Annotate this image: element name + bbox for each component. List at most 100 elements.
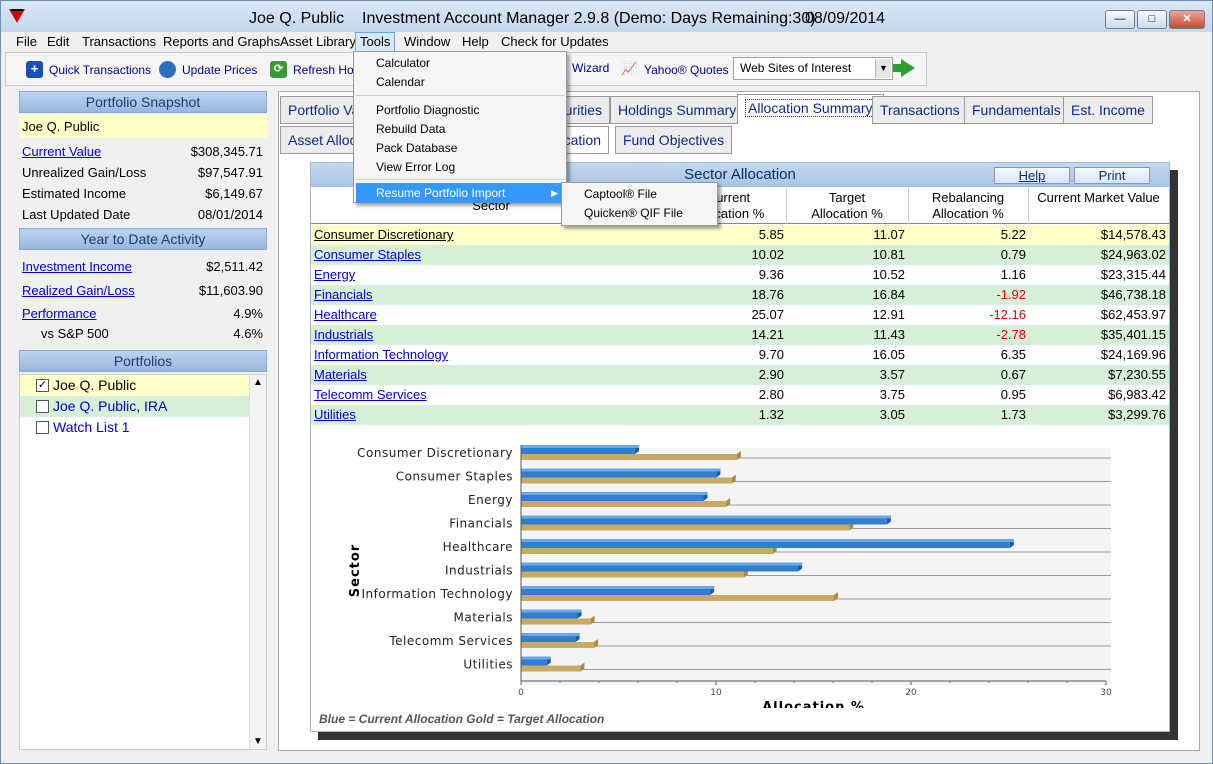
investment-income-link[interactable]: Investment Income (22, 259, 132, 274)
bar-current (521, 448, 636, 454)
bar-current-top (521, 633, 580, 636)
sector-link[interactable]: Healthcare (314, 305, 377, 325)
ytd-header: Year to Date Activity (19, 228, 267, 250)
menu-edit[interactable]: Edit (43, 34, 73, 49)
bar-target (521, 548, 773, 554)
rebalancing-allocation: 6.35 (1000, 347, 1026, 362)
bar-current (521, 612, 578, 619)
sector-link[interactable]: Financials (314, 285, 373, 305)
col-target-line2: Allocation % (811, 206, 883, 221)
realized-gain-link[interactable]: Realized Gain/Loss (22, 283, 135, 298)
minimize-button[interactable]: — (1105, 10, 1135, 29)
target-allocation: 10.52 (872, 267, 905, 282)
table-row[interactable]: Information Technology 9.70 16.05 6.35 $24,1… (311, 345, 1169, 365)
sector-link[interactable]: Information Technology (314, 345, 448, 365)
maximize-button[interactable]: □ (1137, 10, 1167, 29)
performance-value: 4.9% (233, 306, 263, 321)
table-row[interactable]: Telecomm Services 2.80 3.75 0.95 $6,983.42 (311, 385, 1169, 405)
tab-fundamentals[interactable]: Fundamentals (964, 96, 1069, 124)
col-rebal-line1: Rebalancing (931, 190, 1005, 205)
chevron-down-icon[interactable]: ▼ (875, 59, 891, 78)
x-tick-label: 30 (1100, 688, 1112, 698)
table-row[interactable]: Energy 9.36 10.52 1.16 $23,315.44 (311, 265, 1169, 285)
menu-item-calculator[interactable]: Calculator (376, 56, 430, 70)
rebalancing-allocation: 0.67 (1000, 367, 1026, 382)
tools-menu: Calculator Calendar Portfolio Diagnostic… (353, 51, 567, 203)
tab-holdings-summary[interactable]: Holdings Summary (610, 96, 745, 124)
menu-tools[interactable]: Tools (355, 32, 396, 52)
checkbox-checked-icon[interactable]: ✓ (36, 379, 49, 392)
menu-item-view-error-log[interactable]: View Error Log (376, 160, 455, 174)
investment-income-value: $2,511.42 (206, 259, 263, 274)
portfolio-item[interactable]: Joe Q. Public, IRA (20, 396, 250, 417)
menu-item-quicken-qif[interactable]: Quicken® QIF File (584, 206, 683, 220)
menu-reports[interactable]: Reports and Graphs (159, 34, 284, 49)
snapshot-row-income: Estimated Income $6,149.67 (22, 184, 263, 204)
menu-item-rebuild-data[interactable]: Rebuild Data (376, 122, 445, 136)
table-row[interactable]: Healthcare 25.07 12.91 -12.16 $62,453.97 (311, 305, 1169, 325)
portfolio-item[interactable]: Watch List 1 (20, 417, 250, 438)
websites-dropdown[interactable]: Web Sites of Interest ▼ (733, 57, 893, 80)
tab-portfolio-valuation[interactable]: Portfolio Valuation (280, 96, 362, 124)
tab-fund-objectives[interactable]: Fund Objectives (615, 126, 733, 154)
vertical-scrollbar[interactable]: ▲ ▼ (249, 375, 266, 749)
help-button[interactable]: Help (994, 167, 1070, 184)
sector-link[interactable]: Consumer Discretionary (314, 225, 453, 245)
menu-item-pack-database[interactable]: Pack Database (376, 141, 457, 155)
table-row[interactable]: Industrials 14.21 11.43 -2.78 $35,401.15 (311, 325, 1169, 345)
rebalancing-allocation: 0.79 (1000, 247, 1026, 262)
menu-help[interactable]: Help (458, 34, 493, 49)
checkbox-icon[interactable] (36, 421, 49, 434)
rebalancing-allocation: 1.16 (1000, 267, 1026, 282)
tab-est-income[interactable]: Est. Income (1063, 96, 1153, 124)
tab-allocation-summary[interactable]: Allocation Summary (737, 94, 884, 124)
menu-transactions[interactable]: Transactions (78, 34, 160, 49)
performance-link[interactable]: Performance (22, 306, 96, 321)
tab-transactions[interactable]: Transactions (872, 96, 968, 124)
update-prices-button[interactable]: Update Prices (159, 61, 257, 78)
bar-current (521, 518, 887, 525)
menu-item-portfolio-diagnostic[interactable]: Portfolio Diagnostic (376, 103, 479, 117)
menu-item-calendar[interactable]: Calendar (376, 75, 425, 89)
close-button[interactable]: ✕ (1169, 10, 1205, 29)
menu-window[interactable]: Window (400, 34, 454, 49)
portfolio-item[interactable]: ✓ Joe Q. Public (20, 375, 250, 396)
tab-asset-allocation[interactable]: Asset Allocation (280, 126, 358, 154)
title-bar[interactable]: Joe Q. Public Investment Account Manager… (1, 1, 1212, 33)
menu-check-updates[interactable]: Check for Updates (497, 34, 613, 49)
bar-target (521, 665, 581, 672)
last-updated-label: Last Updated Date (22, 207, 131, 222)
menu-file[interactable]: File (12, 34, 41, 49)
menu-asset-library[interactable]: Asset Library (276, 34, 360, 49)
go-arrow-icon[interactable] (893, 59, 915, 77)
quick-transactions-button[interactable]: + Quick Transactions (26, 61, 151, 78)
menu-item-captool-file[interactable]: Captool® File (584, 187, 657, 201)
table-row[interactable]: Materials 2.90 3.57 0.67 $7,230.55 (311, 365, 1169, 385)
market-value: $46,738.18 (1100, 287, 1166, 302)
bar-target (521, 524, 850, 531)
sector-link[interactable]: Telecomm Services (314, 385, 427, 405)
yahoo-quotes-button[interactable]: 📈 Yahoo® Quotes (621, 61, 728, 78)
sector-link[interactable]: Materials (314, 365, 367, 385)
scroll-up-icon[interactable]: ▲ (250, 377, 266, 388)
wizard-button[interactable]: Wizard (572, 61, 609, 75)
table-row[interactable]: Consumer Staples 10.02 10.81 0.79 $24,963.02 (311, 245, 1169, 265)
bar-current (521, 636, 576, 642)
market-value: $3,299.76 (1108, 407, 1166, 422)
bar-current-top (521, 656, 551, 660)
table-row[interactable]: Consumer Discretionary 5.85 11.07 5.22 $14,5… (311, 225, 1169, 245)
print-button[interactable]: Print (1074, 167, 1150, 184)
sector-link[interactable]: Energy (314, 265, 355, 285)
col-target: Target Allocation % (786, 190, 908, 222)
table-row[interactable]: Utilities 1.32 3.05 1.73 $3,299.76 (311, 405, 1169, 425)
sector-link[interactable]: Consumer Staples (314, 245, 421, 265)
scroll-down-icon[interactable]: ▼ (250, 736, 266, 747)
resume-import-label: Resume Portfolio Import (376, 186, 506, 200)
table-row[interactable]: Financials 18.76 16.84 -1.92 $46,738.18 (311, 285, 1169, 305)
sector-link[interactable]: Utilities (314, 405, 356, 425)
menu-item-resume-import[interactable]: Resume Portfolio Import ▶ (356, 183, 564, 203)
current-value-link[interactable]: Current Value (22, 144, 101, 159)
current-allocation: 9.70 (758, 347, 784, 362)
checkbox-icon[interactable] (36, 400, 49, 413)
sector-link[interactable]: Industrials (314, 325, 373, 345)
